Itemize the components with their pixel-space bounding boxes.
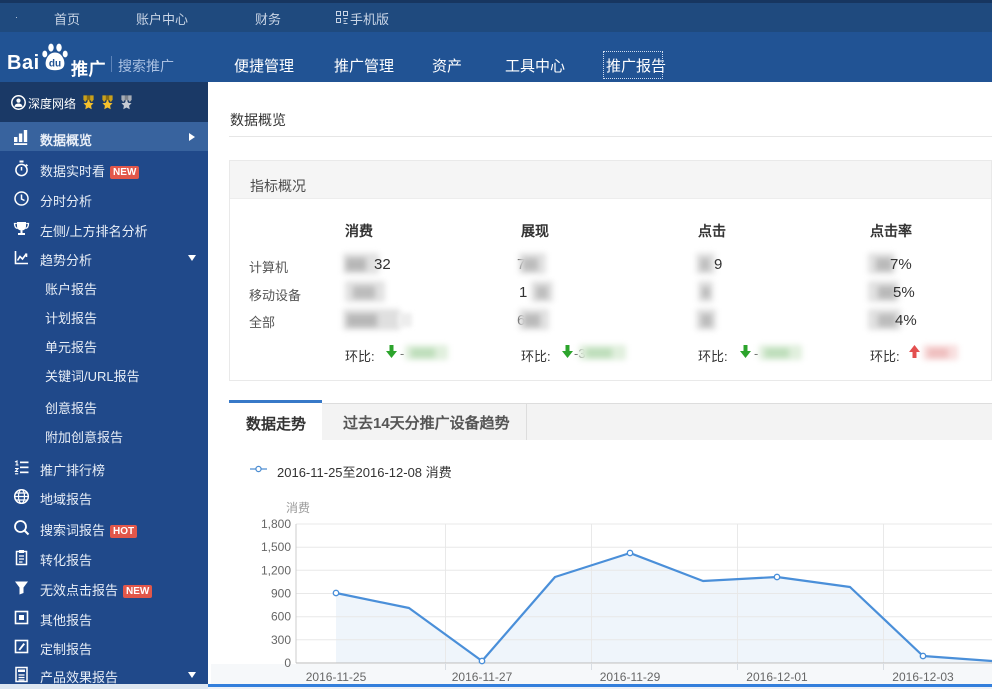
svg-text:2016-12-03: 2016-12-03 (892, 670, 954, 684)
svg-text:0: 0 (284, 656, 291, 670)
svg-text:300: 300 (271, 633, 291, 647)
svg-text:2016-12-01: 2016-12-01 (746, 670, 808, 684)
svg-text:消费: 消费 (286, 501, 310, 515)
svg-text:600: 600 (271, 610, 291, 624)
svg-text:1,200: 1,200 (261, 563, 291, 577)
svg-text:1,800: 1,800 (261, 517, 291, 531)
svg-text:2016-11-25: 2016-11-25 (306, 670, 367, 684)
svg-text:1,500: 1,500 (261, 540, 291, 554)
svg-text:2016-11-27: 2016-11-27 (452, 670, 513, 684)
svg-text:du: du (49, 59, 61, 70)
svg-text:2016-11-29: 2016-11-29 (600, 670, 661, 684)
svg-text:900: 900 (271, 587, 291, 601)
